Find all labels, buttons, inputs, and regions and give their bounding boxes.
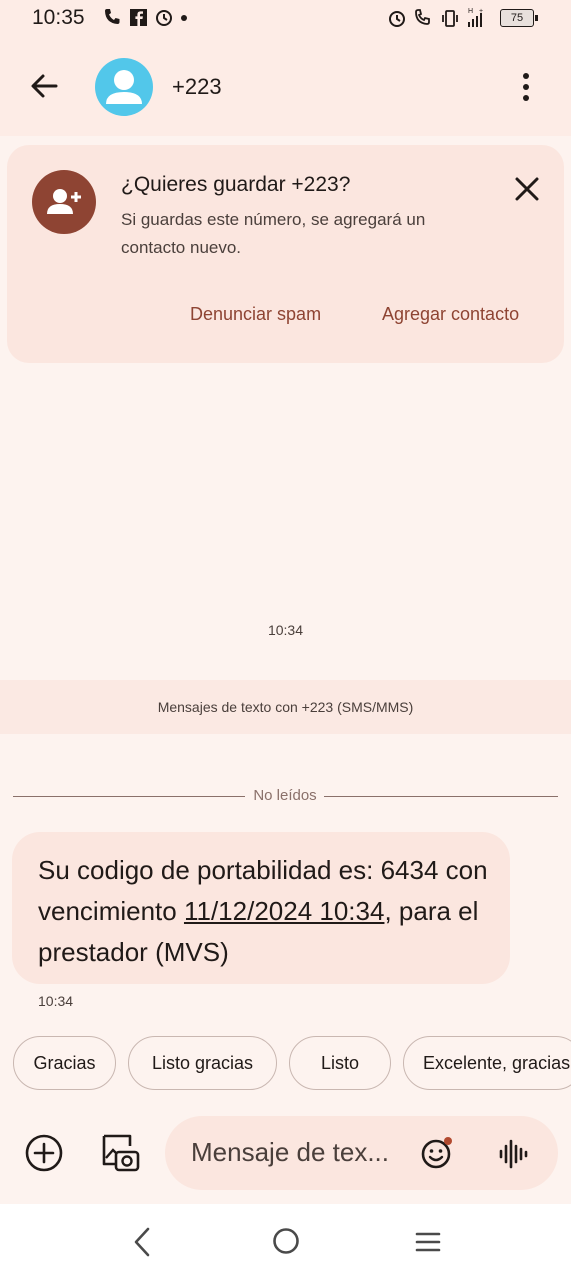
voice-message-button[interactable] <box>498 1138 528 1170</box>
gallery-camera-icon <box>102 1134 140 1172</box>
status-time: 10:35 <box>32 6 85 29</box>
suggestion-chip[interactable]: Listo gracias <box>128 1036 277 1090</box>
emoji-button[interactable] <box>420 1136 454 1170</box>
close-icon <box>515 177 539 201</box>
add-contact-avatar <box>32 170 96 234</box>
person-add-icon <box>47 189 81 214</box>
suggestion-chip[interactable]: Excelente, gracias <box>403 1036 571 1090</box>
back-button[interactable] <box>26 68 62 104</box>
contact-avatar[interactable] <box>95 58 153 116</box>
conversation-title[interactable]: +223 <box>172 74 222 100</box>
save-card-body: Si guardas este número, se agregará un c… <box>121 210 426 257</box>
menu-icon <box>415 1232 441 1252</box>
chevron-left-icon <box>134 1227 150 1257</box>
nav-recents-button[interactable] <box>415 1230 441 1254</box>
status-notification-icons <box>102 7 192 34</box>
more-vert-icon <box>523 73 529 101</box>
gallery-button[interactable] <box>100 1132 140 1174</box>
message-input[interactable]: Mensaje de tex... <box>191 1137 389 1168</box>
dot-icon <box>181 15 187 21</box>
add-contact-button[interactable]: Agregar contacto <box>382 304 519 325</box>
suggestion-chip[interactable]: Gracias <box>13 1036 116 1090</box>
arrow-back-icon <box>31 74 58 98</box>
svg-text:H+: H+ <box>468 8 489 15</box>
home-circle-icon <box>273 1228 299 1254</box>
suggestion-chip[interactable]: Listo <box>289 1036 391 1090</box>
message-date-link[interactable]: 11/12/2024 10:34 <box>184 896 384 926</box>
message-time: 10:34 <box>38 993 74 1009</box>
add-circle-icon <box>25 1134 63 1172</box>
person-icon <box>106 70 142 104</box>
report-spam-button[interactable]: Denunciar spam <box>190 304 321 325</box>
wifi-calling-icon <box>415 9 430 25</box>
battery-icon: 75 <box>500 9 538 27</box>
unread-divider-left <box>13 796 245 797</box>
unread-label: No leídos <box>253 787 317 804</box>
nav-back-button[interactable] <box>130 1226 154 1258</box>
save-card-title: ¿Quieres guardar +223? <box>121 173 351 196</box>
nav-home-button[interactable] <box>272 1227 300 1255</box>
app-bar <box>0 38 571 136</box>
conversation-info: Mensajes de texto con +223 (SMS/MMS) <box>157 699 414 715</box>
conversation-timestamp: 10:34 <box>267 622 304 638</box>
vibrate-icon <box>445 10 455 27</box>
unread-divider-right <box>324 796 558 797</box>
close-card-button[interactable] <box>510 172 544 206</box>
waveform-icon <box>499 1139 528 1169</box>
message-text: Su codigo de portabilidad es: 6434 con v… <box>38 850 498 973</box>
attach-button[interactable] <box>24 1133 64 1173</box>
emoji-icon <box>421 1137 452 1169</box>
more-options-button[interactable] <box>512 68 540 106</box>
phone-icon <box>105 9 120 24</box>
status-system-icons: H+ <box>388 7 492 36</box>
signal-icon: H+ <box>468 8 489 27</box>
